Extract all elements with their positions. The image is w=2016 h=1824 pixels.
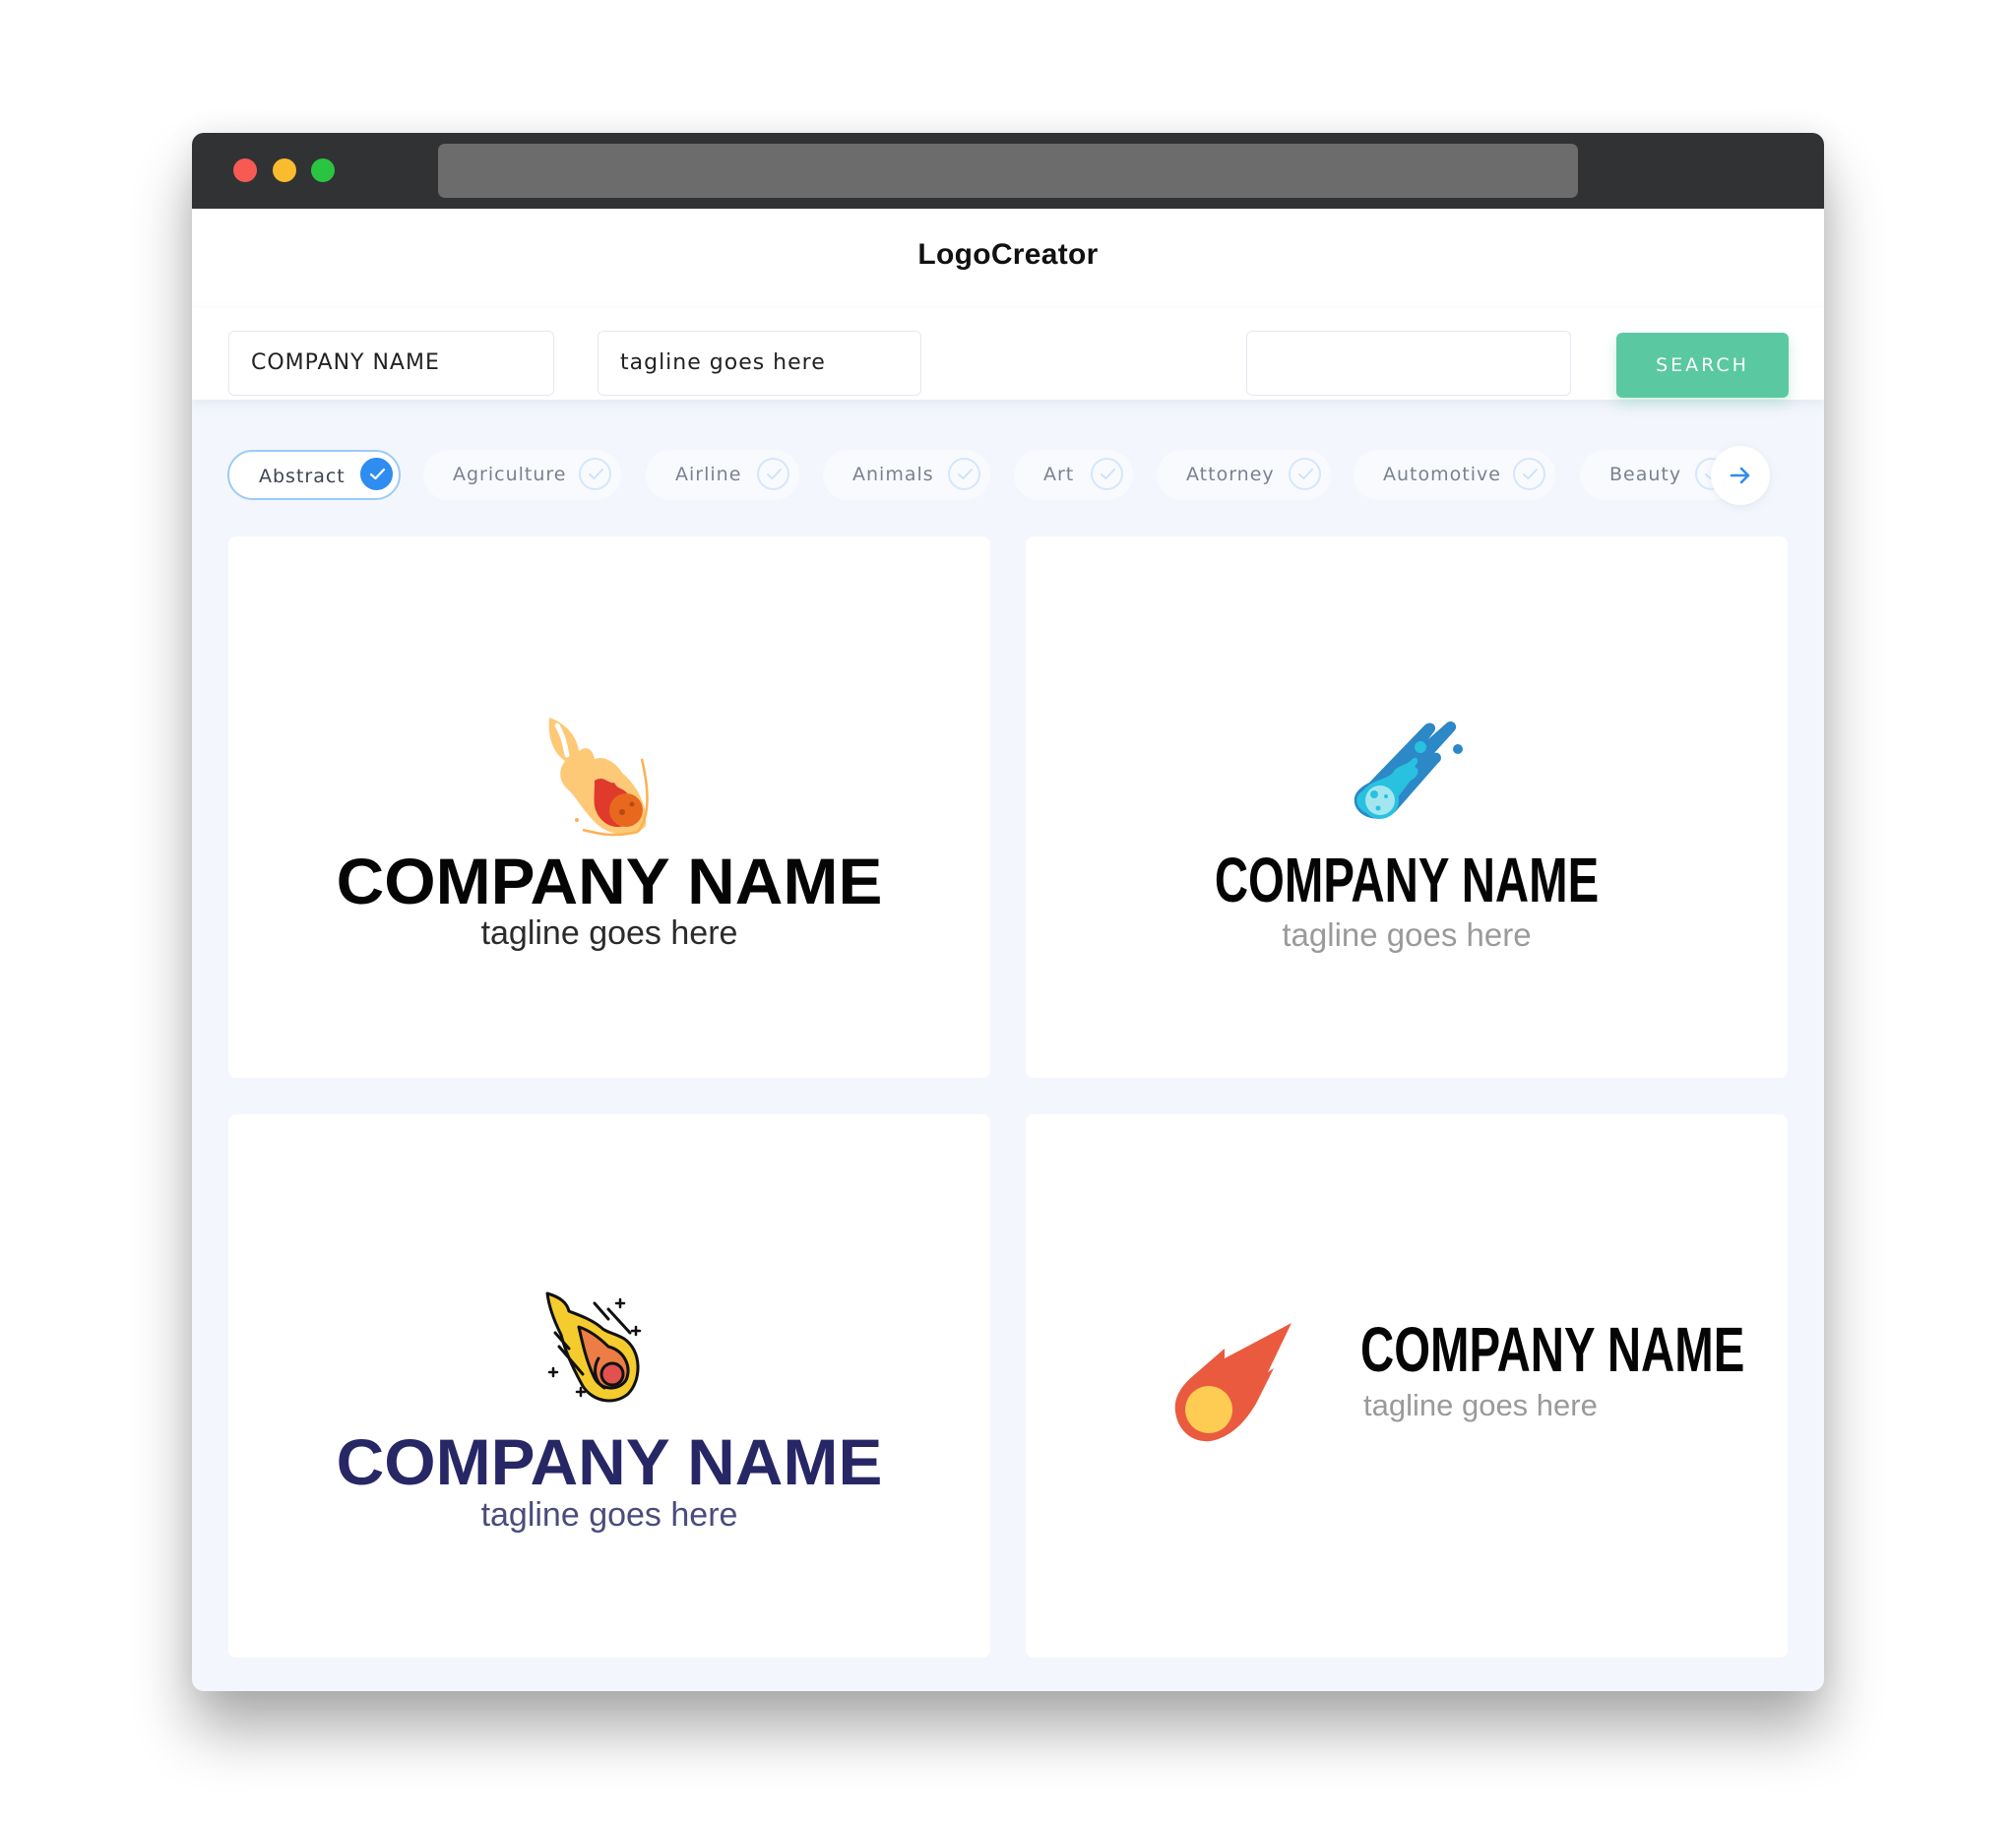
- category-chip-animals[interactable]: Animals: [823, 450, 990, 500]
- blue-comet-icon: [1354, 721, 1463, 819]
- app-header: LogoCreator: [192, 209, 1824, 309]
- category-chip-airline[interactable]: Airline: [646, 450, 799, 500]
- logo-card[interactable]: COMPANY NAME tagline goes here: [228, 536, 990, 1078]
- search-button[interactable]: SEARCH: [1616, 333, 1789, 398]
- logo-company-name: COMPANY NAME: [1214, 845, 1600, 915]
- keyword-search-input[interactable]: [1246, 331, 1571, 396]
- check-icon: [360, 458, 393, 490]
- logo-tagline: tagline goes here: [1282, 916, 1532, 953]
- tagline-input[interactable]: tagline goes here: [598, 331, 921, 396]
- logo-card[interactable]: COMPANY NAME tagline goes here: [228, 1114, 990, 1658]
- company-name-input[interactable]: COMPANY NAME: [228, 331, 554, 396]
- logo-card[interactable]: COMPANY NAME tagline goes here: [1026, 1114, 1788, 1658]
- logo-company-name: COMPANY NAME: [336, 845, 883, 917]
- logo-company-name: COMPANY NAME: [336, 1425, 883, 1498]
- close-window-button[interactable]: [233, 158, 257, 182]
- browser-window: LogoCreator COMPANY NAME tagline goes he…: [192, 133, 1824, 1691]
- next-categories-button[interactable]: [1711, 446, 1770, 505]
- logo-company-name: COMPANY NAME: [1360, 1314, 1745, 1385]
- category-chip-attorney[interactable]: Attorney: [1157, 450, 1331, 500]
- flaming-meteor-icon: [548, 718, 649, 837]
- check-icon: [1289, 458, 1321, 490]
- search-bar: COMPANY NAME tagline goes here SEARCH: [192, 308, 1824, 400]
- category-chip-art[interactable]: Art: [1014, 450, 1133, 500]
- check-icon: [1091, 458, 1123, 490]
- category-filter-bar: Abstract Agriculture Airline Animals Art: [192, 428, 1824, 517]
- check-icon: [757, 458, 789, 490]
- category-label: Abstract: [259, 466, 346, 487]
- category-label: Art: [1043, 464, 1075, 485]
- category-label: Automotive: [1383, 464, 1501, 485]
- category-label: Airline: [675, 464, 742, 485]
- category-label: Agriculture: [453, 464, 567, 485]
- minimize-window-button[interactable]: [273, 158, 296, 182]
- browser-titlebar: [192, 133, 1824, 209]
- category-chip-agriculture[interactable]: Agriculture: [423, 450, 621, 500]
- app-logo-title[interactable]: LogoCreator: [192, 238, 1824, 272]
- category-chip-automotive[interactable]: Automotive: [1354, 450, 1555, 500]
- red-comet-icon: [1174, 1323, 1292, 1442]
- maximize-window-button[interactable]: [311, 158, 335, 182]
- category-chip-abstract[interactable]: Abstract: [227, 450, 401, 500]
- check-icon: [948, 458, 980, 490]
- logo-card[interactable]: COMPANY NAME tagline goes here: [1026, 536, 1788, 1078]
- logo-tagline: tagline goes here: [480, 1496, 738, 1534]
- check-icon: [1513, 458, 1545, 490]
- category-label: Attorney: [1186, 464, 1275, 485]
- outlined-meteor-icon: [545, 1291, 642, 1403]
- logo-tagline: tagline goes here: [1363, 1388, 1598, 1422]
- category-label: Animals: [852, 464, 934, 485]
- check-icon: [579, 458, 611, 490]
- address-bar[interactable]: [438, 144, 1578, 198]
- arrow-right-icon: [1730, 467, 1750, 484]
- logo-tagline: tagline goes here: [480, 914, 738, 952]
- category-label: Beauty: [1609, 464, 1682, 485]
